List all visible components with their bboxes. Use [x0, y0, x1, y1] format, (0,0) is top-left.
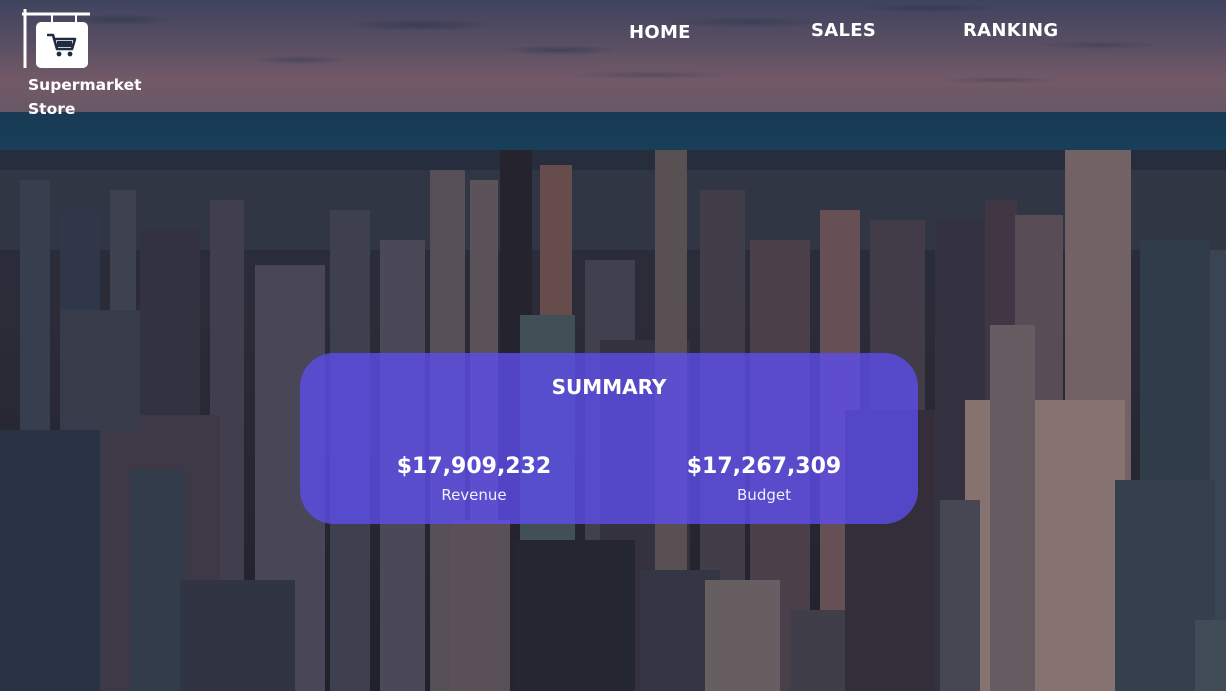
brand-name: Supermarket Store	[28, 76, 142, 118]
store-logo[interactable]: Supermarket Store	[22, 8, 142, 120]
summary-title: SUMMARY	[551, 375, 667, 399]
summary-card: SUMMARY $17,909,232 Revenue $17,267,309 …	[300, 353, 918, 524]
revenue-label: Revenue	[441, 486, 507, 504]
revenue-metric: $17,909,232 Revenue	[344, 451, 604, 505]
nav-home-link[interactable]: HOME	[629, 22, 691, 43]
revenue-value: $17,909,232	[396, 454, 552, 479]
budget-value: $17,267,309	[686, 454, 842, 479]
nav-sales-link[interactable]: SALES	[811, 20, 876, 41]
city-background-image	[0, 0, 1226, 691]
nav-ranking-link[interactable]: RANKING	[963, 20, 1058, 41]
background-dim-overlay	[0, 0, 1226, 691]
shopping-cart-icon	[36, 22, 88, 68]
budget-metric: $17,267,309 Budget	[634, 451, 894, 505]
budget-label: Budget	[737, 486, 791, 504]
dashboard-page: Supermarket Store HOME SALES RANKING SUM…	[0, 0, 1226, 691]
